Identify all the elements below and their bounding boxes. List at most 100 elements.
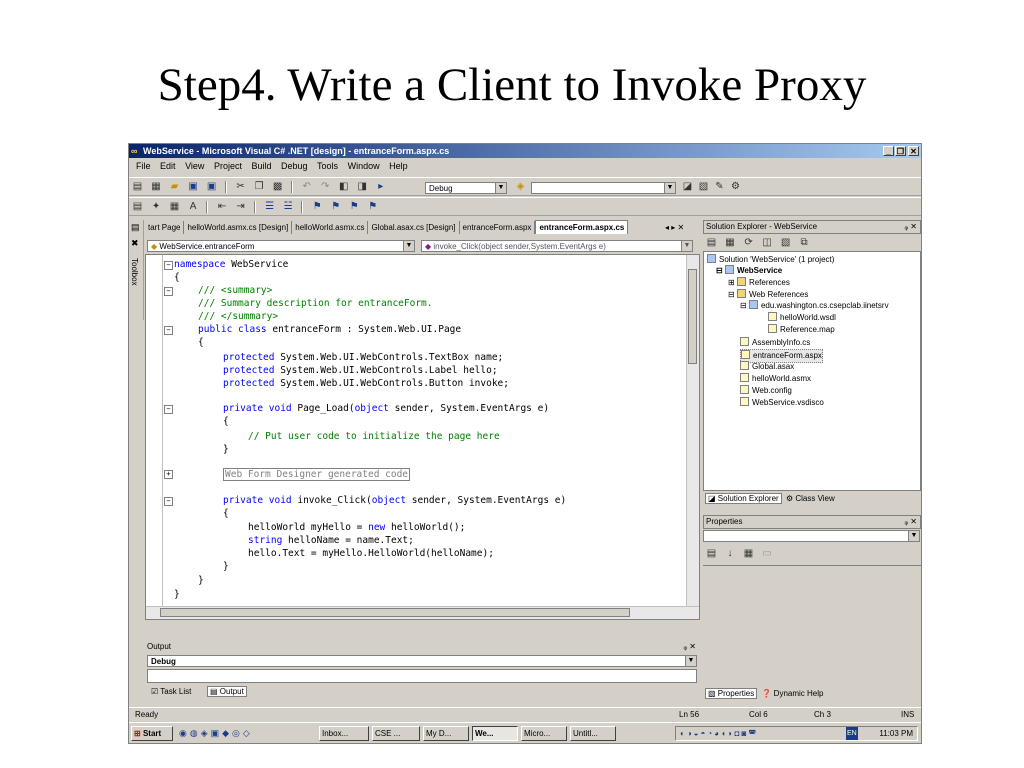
collapse-namespace-icon[interactable]: − <box>164 261 173 270</box>
events-icon[interactable]: ▭ <box>762 548 773 559</box>
tree-item-webconfig[interactable]: Web.config <box>740 385 792 397</box>
menu-edit[interactable]: Edit <box>160 159 176 174</box>
navigate-forward-icon[interactable]: ◨ <box>357 181 368 192</box>
uncomment-icon[interactable]: ☱ <box>283 201 294 212</box>
member-combo[interactable]: ◆ invoke_Click(object sender,System.Even… <box>421 240 693 252</box>
refresh-icon[interactable]: ⟳ <box>743 237 754 248</box>
properties-pin-close[interactable]: ᵩ ✕ <box>905 516 917 528</box>
tab-global-design[interactable]: Global.asax.cs [Design] <box>368 221 460 234</box>
redo-icon[interactable]: ↷ <box>320 181 331 192</box>
editor-horizontal-scrollbar[interactable] <box>146 606 699 619</box>
copy-project-icon[interactable]: ⧉ <box>799 237 810 248</box>
object-browser-icon[interactable]: ▤ <box>132 201 143 212</box>
find-combo[interactable]: ▼ <box>531 182 676 194</box>
toolbox-strip[interactable]: ▤ ✖ Toolbox <box>129 220 144 320</box>
window-titlebar[interactable]: ∞ WebService - Microsoft Visual C# .NET … <box>129 144 921 158</box>
close-button[interactable]: ✕ <box>908 146 919 156</box>
minimize-button[interactable]: _ <box>883 146 894 156</box>
copy-icon[interactable]: ❐ <box>254 181 265 192</box>
output-tab[interactable]: ▤ Output <box>207 686 247 697</box>
taskbar-button-cse[interactable]: CSE ... <box>372 726 420 741</box>
menu-tools[interactable]: Tools <box>317 159 338 174</box>
clock[interactable]: 11:03 PM <box>879 727 913 740</box>
new-project-icon[interactable]: ▤ <box>132 181 143 192</box>
tree-item-assemblyinfo[interactable]: AssemblyInfo.cs <box>740 337 810 349</box>
expand-region-icon[interactable]: + <box>164 470 173 479</box>
properties-object-select[interactable]: ▼ <box>703 530 920 542</box>
toolbox-icon[interactable]: ✖ <box>131 238 139 249</box>
tab-start-page[interactable]: tart Page <box>145 221 185 234</box>
add-item-icon[interactable]: ▦ <box>151 181 162 192</box>
quick-launch-icons[interactable]: ◉◍◈▣◆◎◇ <box>179 728 253 739</box>
tab-helloworld-design[interactable]: helloWorld.asmx.cs [Design] <box>184 221 293 234</box>
tab-entranceform-cs[interactable]: entranceForm.aspx.cs <box>535 220 629 234</box>
taskbar-button-webservice[interactable]: We... <box>472 726 518 741</box>
start-icon[interactable]: ▸ <box>375 181 386 192</box>
save-all-icon[interactable]: ▣ <box>206 181 217 192</box>
task-list-tab[interactable]: ☑ Task List <box>151 687 191 696</box>
language-indicator[interactable]: EN <box>846 727 858 740</box>
tree-item-web-reference[interactable]: ⊟ edu.washington.cs.csepclab.iinetsrv <box>740 300 889 312</box>
view-code-icon[interactable]: ▤ <box>706 237 717 248</box>
tree-item-references[interactable]: ⊞ References <box>728 277 790 289</box>
tab-properties[interactable]: ▧ Properties <box>705 688 758 699</box>
taskbar-button-microsoft[interactable]: Micro... <box>521 726 567 741</box>
word-completion-icon[interactable]: A <box>188 201 199 212</box>
increase-indent-icon[interactable]: ⇥ <box>235 201 246 212</box>
code-editor[interactable]: − − − − + − namespace WebService { /// <… <box>145 254 700 620</box>
decrease-indent-icon[interactable]: ⇤ <box>217 201 228 212</box>
tab-dynamic-help[interactable]: ❓ Dynamic Help <box>759 689 825 698</box>
tree-item-project[interactable]: ⊟ WebService <box>716 265 782 277</box>
menu-project[interactable]: Project <box>214 159 242 174</box>
solution-config-select[interactable]: Debug ▼ <box>425 182 507 194</box>
toolbox-icon[interactable]: ✎ <box>714 181 725 192</box>
output-pin-close[interactable]: ᵩ ✕ <box>684 641 696 653</box>
menu-build[interactable]: Build <box>251 159 271 174</box>
taskbar-button-untitled[interactable]: Untitl... <box>570 726 616 741</box>
tree-item-helloworld[interactable]: helloWorld.asmx <box>740 373 811 385</box>
previous-bookmark-icon[interactable]: ⚑ <box>349 201 360 212</box>
tab-class-view[interactable]: ⚙ Class View <box>784 494 837 503</box>
properties-title-bar[interactable]: Properties ᵩ ✕ <box>703 515 921 529</box>
comment-icon[interactable]: ☰ <box>264 201 275 212</box>
start-button[interactable]: ⊞ Start <box>131 726 173 741</box>
property-pages-icon[interactable]: ▦ <box>743 548 754 559</box>
tab-scroll-controls[interactable]: ◂ ▸ ✕ <box>665 223 684 232</box>
class-view-icon[interactable]: ⚙ <box>730 181 741 192</box>
restore-button[interactable]: ❐ <box>895 146 906 156</box>
server-explorer-icon[interactable]: ▤ <box>131 222 140 233</box>
collapsed-region[interactable]: Web Form Designer generated code <box>223 468 411 481</box>
menu-view[interactable]: View <box>185 159 204 174</box>
menu-help[interactable]: Help <box>389 159 408 174</box>
cut-icon[interactable]: ✂ <box>235 181 246 192</box>
solution-explorer-pin-close[interactable]: ᵩ ✕ <box>905 221 917 233</box>
scroll-thumb[interactable] <box>160 608 630 617</box>
collapse-pageload-icon[interactable]: − <box>164 405 173 414</box>
next-bookmark-icon[interactable]: ⚑ <box>330 201 341 212</box>
list-members-icon[interactable]: ✦ <box>151 201 162 212</box>
tree-item-wsdl[interactable]: helloWorld.wsdl <box>768 312 836 324</box>
taskbar-button-inbox[interactable]: Inbox... <box>319 726 369 741</box>
collapse-class-icon[interactable]: − <box>164 326 173 335</box>
output-title-bar[interactable]: Output ᵩ ✕ <box>145 641 700 653</box>
quick-info-icon[interactable]: ▦ <box>169 201 180 212</box>
collapse-invoke-icon[interactable]: − <box>164 497 173 506</box>
alphabetical-icon[interactable]: ↓ <box>725 548 736 559</box>
toggle-bookmark-icon[interactable]: ⚑ <box>312 201 323 212</box>
output-text-area[interactable] <box>147 669 697 683</box>
properties-window-icon[interactable]: ▧ <box>698 181 709 192</box>
paste-icon[interactable]: ▩ <box>272 181 283 192</box>
menu-window[interactable]: Window <box>348 159 380 174</box>
tab-helloworld-cs[interactable]: helloWorld.asmx.cs <box>292 221 369 234</box>
tab-solution-explorer[interactable]: ◪ Solution Explorer <box>705 493 782 504</box>
tray-icons[interactable]: ◐◑◒◓◔◕◖◗◘◙◚ <box>680 727 758 740</box>
tree-item-reference-map[interactable]: Reference.map <box>768 324 835 336</box>
properties-grid[interactable] <box>703 565 921 684</box>
tree-item-vsdisco[interactable]: WebService.vsdisco <box>740 397 824 409</box>
solution-tree[interactable]: Solution 'WebService' (1 project) ⊟ WebS… <box>703 251 921 491</box>
find-in-files-icon[interactable]: ◈ <box>515 181 526 192</box>
solution-explorer-title-bar[interactable]: Solution Explorer - WebService ᵩ ✕ <box>703 220 921 234</box>
clear-bookmarks-icon[interactable]: ⚑ <box>367 201 378 212</box>
menu-file[interactable]: File <box>136 159 151 174</box>
categorized-icon[interactable]: ▤ <box>706 548 717 559</box>
